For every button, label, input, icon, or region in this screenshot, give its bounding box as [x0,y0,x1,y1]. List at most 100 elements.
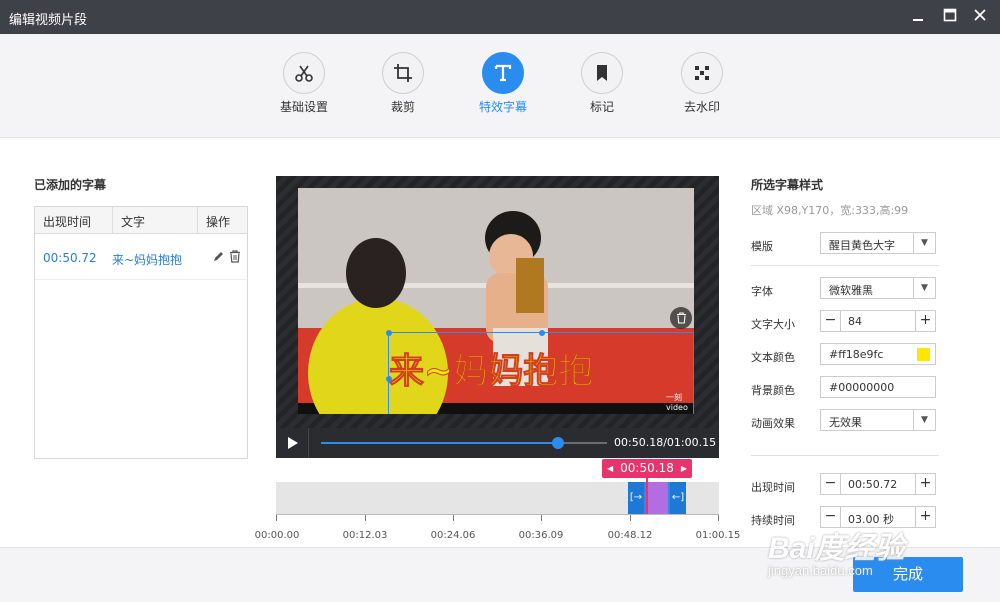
plus-icon[interactable]: + [915,474,935,494]
player-controls: 00:50.18/01:00.15 [276,428,719,458]
tick-label: 00:24.06 [430,530,476,541]
font-size-value[interactable]: 84 [848,315,862,328]
animation-value: 无效果 [829,416,862,429]
close-button[interactable] [969,6,991,28]
subtitle-caption: 来~妈妈抱抱 [388,352,594,393]
clip-start-handle[interactable]: [→ [628,482,644,514]
font-size-label: 文字大小 [751,318,795,331]
delete-icon[interactable] [229,250,241,263]
timeline-track[interactable]: [→ ←] [276,478,719,514]
tick-label: 00:36.09 [518,530,564,541]
tab-label: 标记 [589,100,614,114]
column-header: 操作 [206,215,231,229]
appear-time-stepper[interactable]: − 00:50.72 + [820,473,936,495]
footer [0,547,1000,602]
duration-label: 持续时间 [751,514,795,527]
play-icon[interactable] [286,436,300,450]
tick-label: 01:00.15 [695,530,741,541]
added-subtitles-title: 已添加的字幕 [34,178,107,192]
row-text: 来~妈妈抱抱 [112,253,183,267]
column-header: 出现时间 [43,215,92,229]
subtitle-selection-box[interactable]: 来~妈妈抱抱 [386,330,694,414]
text-color-label: 文本颜色 [751,351,795,364]
clip-overlap [646,482,668,514]
text-color-value: #ff18e9fc [829,348,884,361]
tick-label: 00:12.03 [342,530,388,541]
tab-label: 基础设置 [279,100,328,114]
minimize-button[interactable] [907,6,929,28]
subtitle-table: 出现时间 文字 操作 00:50.72 来~妈妈抱抱 [34,206,248,459]
plus-icon[interactable]: + [915,507,935,527]
window-title: 编辑视频片段 [9,13,88,28]
resize-handle[interactable] [386,376,392,382]
progress-track[interactable] [321,437,607,449]
tab-label: 去水印 [683,100,720,114]
tab-label: 裁剪 [390,100,415,114]
plus-icon[interactable]: + [915,311,935,331]
progress-knob[interactable] [552,437,565,449]
chevron-down-icon: ▼ [913,278,935,298]
remove-watermark-icon [695,66,709,80]
video-frame[interactable]: 一刻video 来~妈妈抱抱 [298,188,694,414]
minus-icon[interactable]: − [821,311,841,331]
close-icon [974,9,986,21]
font-select[interactable]: 微软雅黑 ▼ [820,277,936,299]
tool-tabs: 基础设置 裁剪 特效字幕 标记 去水印 [0,34,1000,138]
tick-label: 00:00.00 [254,530,300,541]
text-t-icon [494,64,512,82]
text-color-input[interactable]: #ff18e9fc [820,343,936,365]
font-size-stepper[interactable]: − 84 + [820,310,936,332]
crop-icon [394,64,412,82]
tab-crop[interactable]: 裁剪 [358,52,448,115]
style-panel-title: 所选字幕样式 [751,178,824,192]
subtitle-clip[interactable]: [→ ←] [628,482,686,514]
template-label: 模版 [751,240,773,253]
duration-stepper[interactable]: − 03.00 秒 + [820,506,936,528]
template-select[interactable]: 醒目黄色大字 ▼ [820,232,936,254]
tab-basic-settings[interactable]: 基础设置 [259,52,349,115]
delete-subtitle-button[interactable] [670,307,692,329]
tick-label: 00:48.12 [607,530,653,541]
tab-label: 特效字幕 [478,100,527,114]
playhead-line [646,478,648,514]
appear-time-value[interactable]: 00:50.72 [848,478,897,491]
color-swatch[interactable] [917,348,930,361]
maximize-icon [943,8,957,22]
bg-color-input[interactable]: #00000000 [820,376,936,398]
minus-icon[interactable]: − [821,507,841,527]
marker-right-arrow-icon: ▶ [680,464,687,473]
scissors-icon [295,65,313,82]
minus-icon[interactable]: − [821,474,841,494]
resize-handle[interactable] [539,330,545,336]
tab-remove-watermark[interactable]: 去水印 [657,52,747,115]
table-row[interactable]: 00:50.72 来~妈妈抱抱 [35,234,247,280]
animation-label: 动画效果 [751,417,795,430]
appear-time-label: 出现时间 [751,481,795,494]
table-header: 出现时间 文字 操作 [35,207,247,234]
tab-effect-subtitles[interactable]: 特效字幕 [458,52,548,115]
video-player: 一刻video 来~妈妈抱抱 00:50.18/01:00.15 [276,176,719,458]
resize-handle[interactable] [386,330,392,336]
template-value: 醒目黄色大字 [829,239,895,252]
animation-select[interactable]: 无效果 ▼ [820,409,936,431]
font-value: 微软雅黑 [829,284,873,297]
region-info: 区域 X98,Y170，宽:333,高:99 [751,204,909,217]
font-label: 字体 [751,285,773,298]
playhead-marker[interactable]: ◀ 00:50.18 ▶ [602,459,692,478]
chevron-down-icon: ▼ [913,233,935,253]
edit-icon[interactable] [212,250,225,263]
done-button[interactable]: 完成 [853,557,963,592]
maximize-button[interactable] [939,6,961,28]
title-bar: 编辑视频片段 [0,0,1000,34]
progress-fill [321,442,559,444]
bookmark-icon [597,65,607,81]
duration-value[interactable]: 03.00 秒 [848,511,894,527]
minimize-icon [913,19,923,21]
row-time: 00:50.72 [43,251,97,265]
trash-icon [676,312,686,324]
clip-end-handle[interactable]: ←] [670,482,686,514]
bg-color-value: #00000000 [829,381,895,394]
tab-mark[interactable]: 标记 [557,52,647,115]
marker-left-arrow-icon: ◀ [607,464,614,473]
bg-color-label: 背景颜色 [751,384,795,397]
